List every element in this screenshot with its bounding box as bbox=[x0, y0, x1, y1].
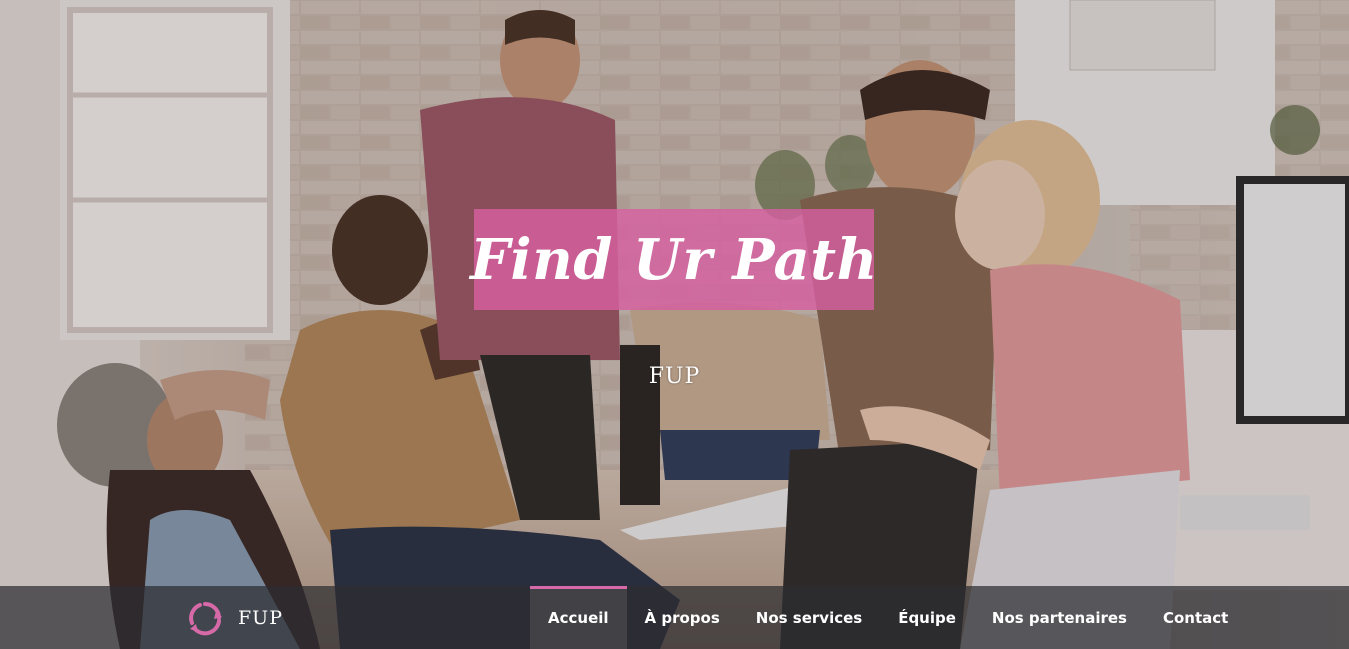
brand-link[interactable]: FUP bbox=[186, 600, 283, 636]
nav-item-accueil[interactable]: Accueil bbox=[530, 586, 627, 649]
nav-menu: Accueil À propos Nos services Équipe Nos… bbox=[530, 586, 1246, 649]
nav-item-a-propos[interactable]: À propos bbox=[627, 586, 738, 649]
hero-subtitle: FUP bbox=[648, 364, 701, 389]
brand-name: FUP bbox=[238, 607, 283, 629]
nav-item-label: Équipe bbox=[898, 608, 956, 627]
nav-item-label: À propos bbox=[644, 608, 720, 627]
nav-item-equipe[interactable]: Équipe bbox=[880, 586, 974, 649]
nav-item-label: Nos services bbox=[755, 608, 863, 627]
hero-section: Find Ur Path FUP FUP Accueil À propos No… bbox=[0, 0, 1349, 649]
hero-title-box: Find Ur Path bbox=[470, 209, 877, 310]
nav-item-nos-partenaires[interactable]: Nos partenaires bbox=[974, 586, 1145, 649]
hero-darken-overlay bbox=[0, 0, 1349, 649]
nav-item-label: Contact bbox=[1162, 608, 1229, 627]
nav-item-nos-services[interactable]: Nos services bbox=[738, 586, 880, 649]
nav-item-label: Accueil bbox=[548, 608, 609, 627]
nav-item-contact[interactable]: Contact bbox=[1145, 586, 1246, 649]
circular-arrows-logo-icon bbox=[189, 602, 222, 636]
nav-item-label: Nos partenaires bbox=[991, 608, 1127, 627]
hero-title: Find Ur Path bbox=[470, 226, 878, 293]
main-navbar: FUP Accueil À propos Nos services Équipe… bbox=[0, 586, 1349, 649]
